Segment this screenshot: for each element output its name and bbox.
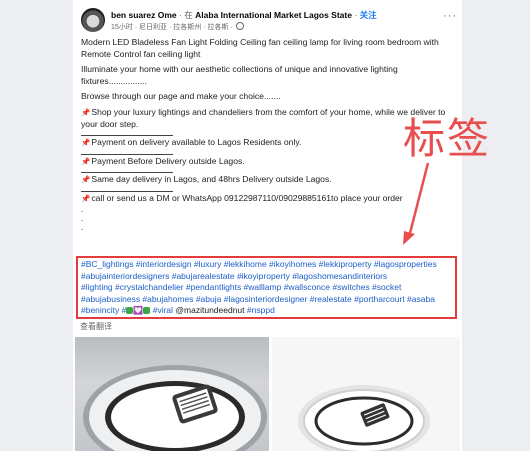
annotation-arrow xyxy=(403,162,430,245)
annotation-label: 标签 xyxy=(403,114,492,163)
